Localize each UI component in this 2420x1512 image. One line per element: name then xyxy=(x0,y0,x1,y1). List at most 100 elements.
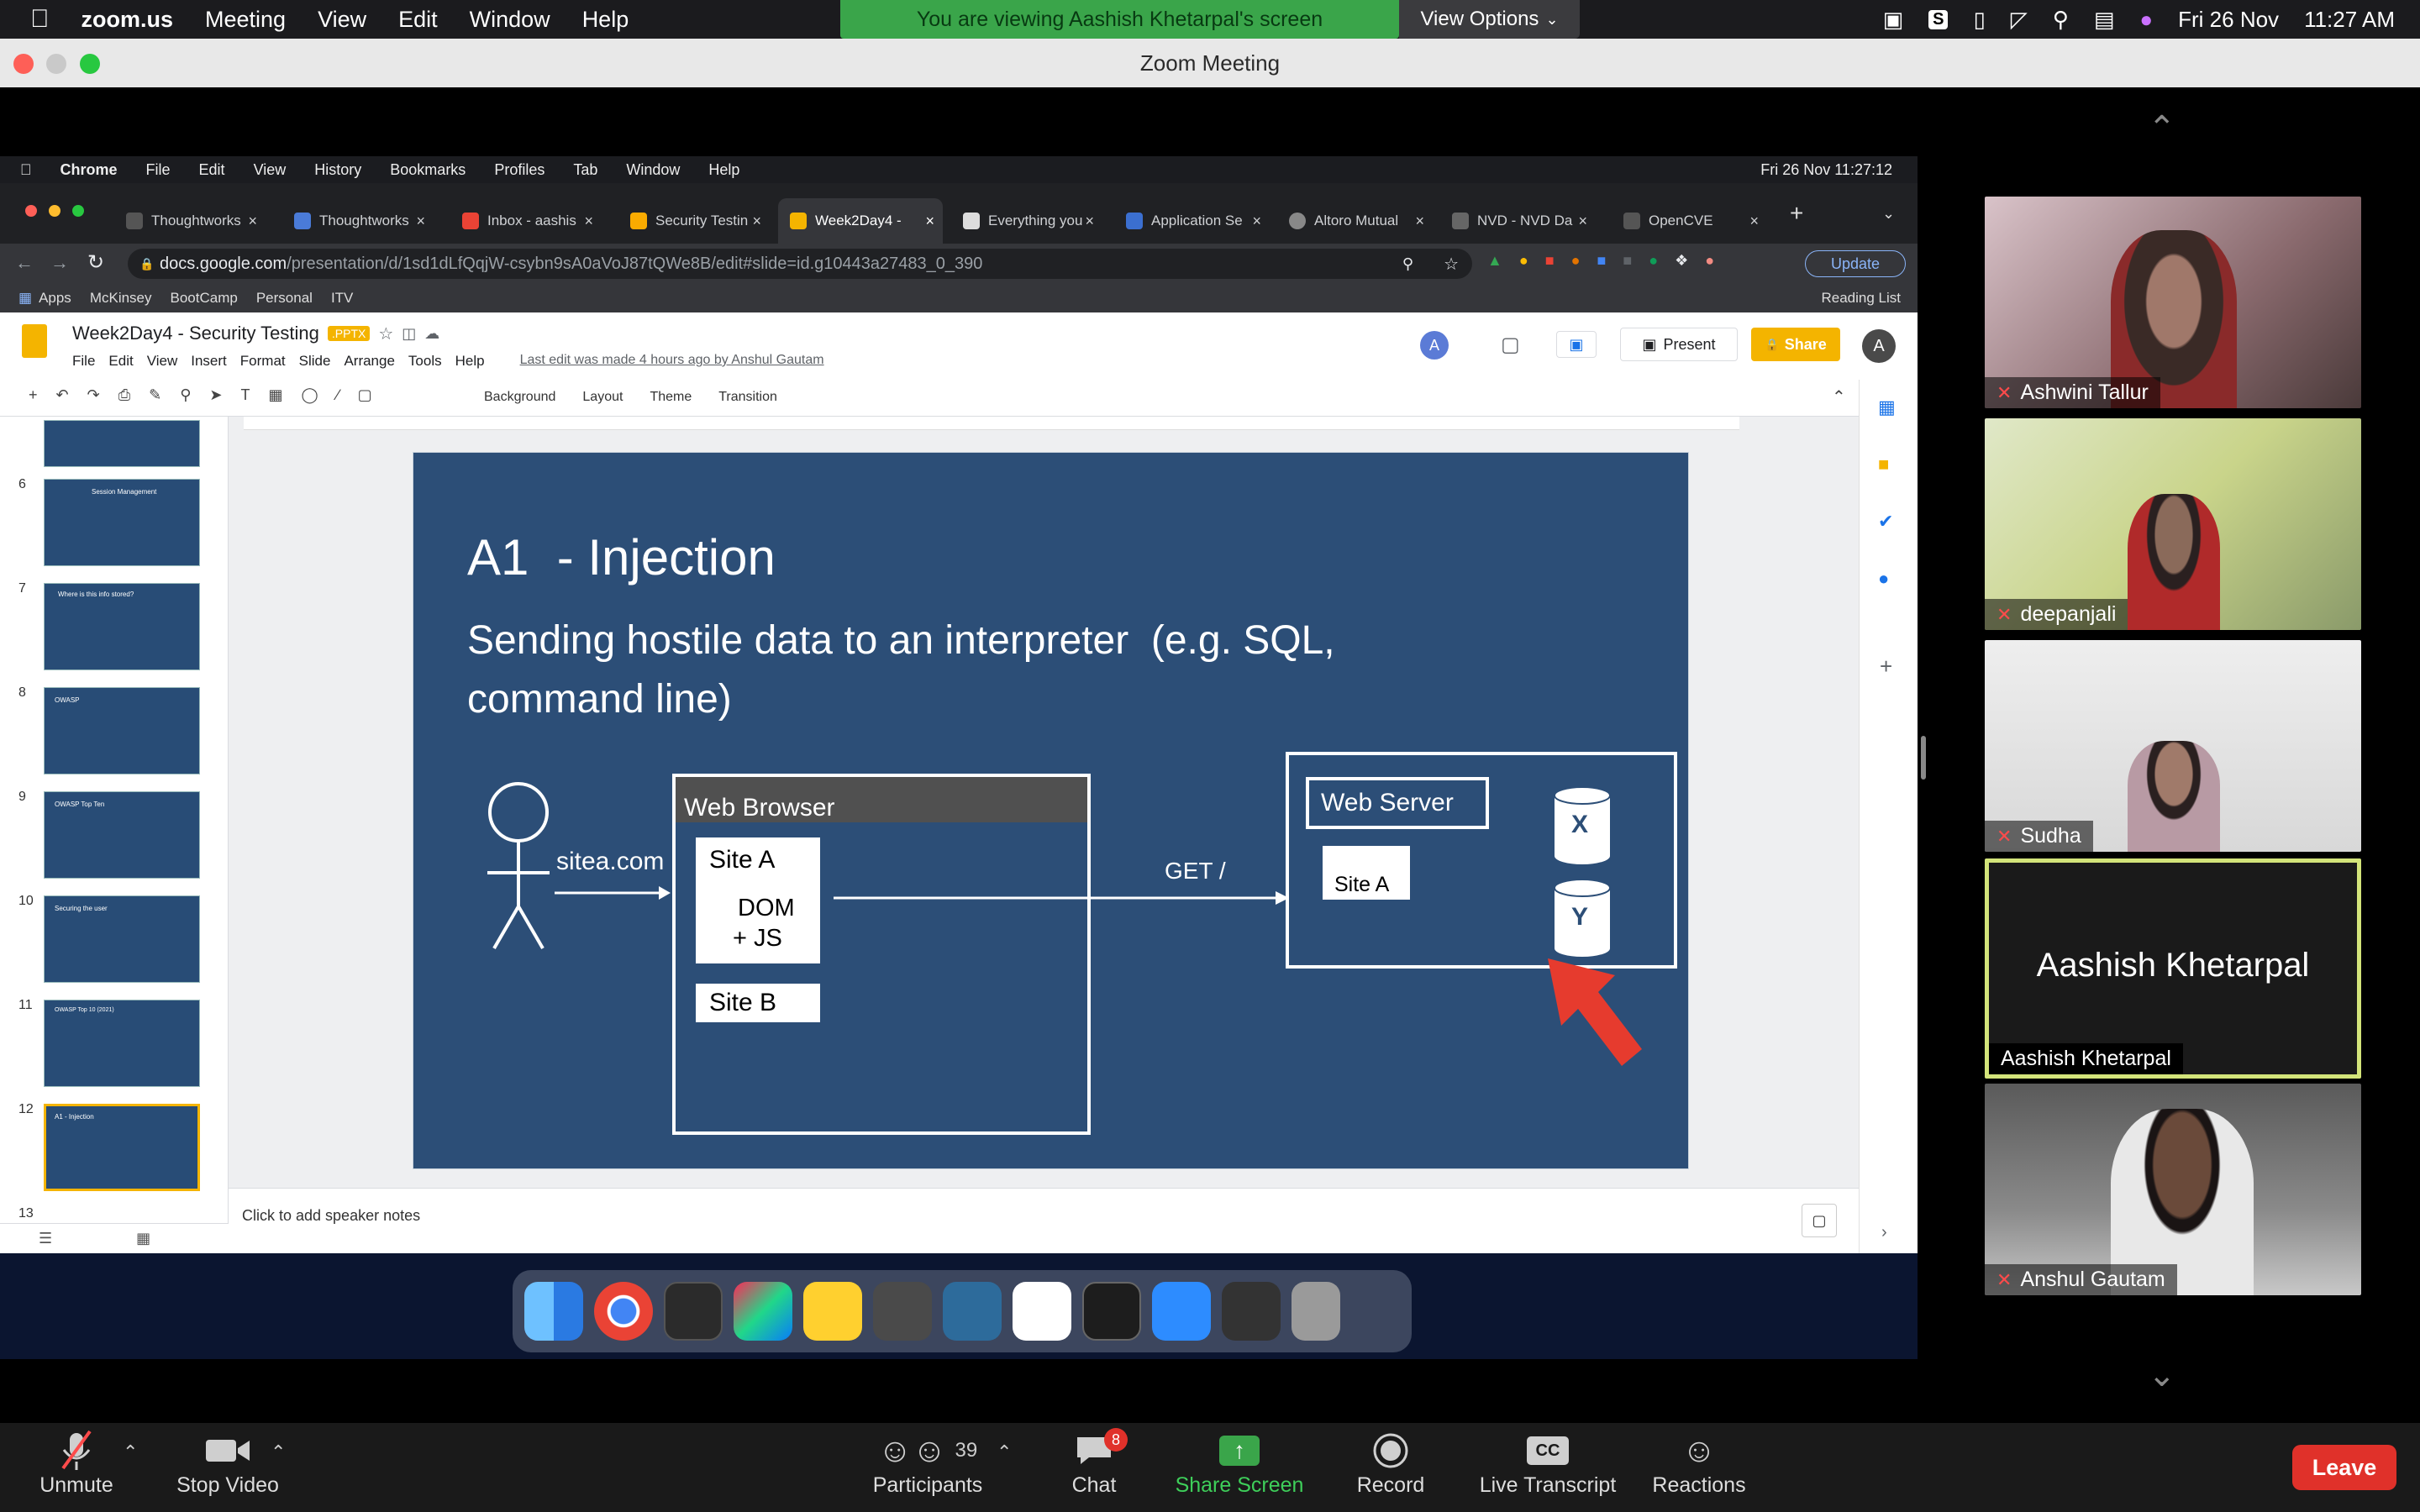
skype-icon[interactable]: S xyxy=(1928,9,1949,29)
thumb-number: 7 xyxy=(18,581,26,596)
participants-options-icon[interactable]: ⌃ xyxy=(997,1441,1012,1463)
grid-view-icon: ▦ xyxy=(136,1230,151,1247)
record-icon xyxy=(1372,1428,1409,1473)
stick-figure-icon xyxy=(487,782,550,950)
slack-icon xyxy=(1013,1282,1071,1341)
remote-menu-edit: Edit xyxy=(187,160,225,178)
audio-options-icon[interactable]: ⌃ xyxy=(123,1441,138,1463)
panel-divider-handle[interactable] xyxy=(1921,736,1926,780)
screen-recorder-icon xyxy=(1222,1282,1281,1341)
view-options-button[interactable]: View Options ⌄ xyxy=(1399,0,1580,39)
docs-menu-format: Format xyxy=(239,353,286,369)
menubar-time[interactable]: 11:27 AM xyxy=(2304,7,2395,33)
search-icon[interactable]: ⚲ xyxy=(2053,7,2069,33)
sublime-icon xyxy=(873,1282,932,1341)
chat-button[interactable]: 8 Chat xyxy=(1060,1428,1128,1498)
slide-thumbnail: Securing the user xyxy=(44,895,200,983)
image-icon: ▦ xyxy=(268,386,283,403)
shape-icon: ◯ xyxy=(301,386,318,403)
siri-icon[interactable]: ● xyxy=(2139,7,2153,33)
tab-favicon xyxy=(462,213,479,229)
side-panel-rail: ▦ ■ ✔ ● + › xyxy=(1859,380,1918,1253)
participants-button[interactable]: ☺☺ 39 Participants xyxy=(869,1428,986,1498)
share-screen-icon: ↑ xyxy=(1219,1428,1260,1473)
video-options-icon[interactable]: ⌃ xyxy=(271,1441,286,1463)
select-icon: ➤ xyxy=(209,386,223,403)
share-screen-button[interactable]: ↑ Share Screen xyxy=(1175,1428,1304,1498)
participant-name-label: ✕ Ashwini Tallur xyxy=(1985,377,2160,408)
tab-favicon xyxy=(1452,213,1469,229)
presentation-title: Week2Day4 - Security Testing xyxy=(72,323,319,344)
menu-view[interactable]: View xyxy=(318,7,366,33)
bookmark-apps: Apps xyxy=(39,290,71,306)
web-browser-box: Web Browser Site A DOM + JS Site B xyxy=(672,774,1091,1135)
extension-icon: ● xyxy=(1518,252,1528,269)
wifi-icon[interactable]: ◸ xyxy=(2011,7,2028,33)
bookmarks-bar: ▦ Apps McKinsey BootCamp Personal ITV Re… xyxy=(0,284,1918,312)
slides-header: Week2Day4 - Security Testing .PPTX ☆ ◫ ☁… xyxy=(0,312,1918,380)
slide-thumbnail-selected: A1 - Injection xyxy=(44,1104,200,1191)
camera-icon[interactable]: ▣ xyxy=(1883,7,1904,33)
menu-edit[interactable]: Edit xyxy=(398,7,438,33)
tab-label: NVD - NVD Da xyxy=(1477,213,1573,228)
unmute-button[interactable]: Unmute xyxy=(39,1428,114,1498)
apple-icon[interactable]:  xyxy=(30,5,50,34)
mic-muted-icon: ✕ xyxy=(1996,1268,2012,1290)
remote-clock: Fri 26 Nov 11:27:12 xyxy=(1760,160,1892,178)
url-host: docs.google.com xyxy=(160,254,287,273)
tab-close-icon: × xyxy=(1415,212,1424,229)
scroll-up-icon[interactable]: ⌃ xyxy=(2148,109,2176,148)
tab-close-icon: × xyxy=(752,212,761,229)
live-transcript-button[interactable]: CC Live Transcript xyxy=(1472,1428,1623,1498)
thumb-number: 8 xyxy=(18,685,26,700)
leave-button[interactable]: Leave xyxy=(2292,1445,2396,1490)
share-button: 🔒 Share xyxy=(1751,328,1840,361)
reactions-button[interactable]: ☺ Reactions xyxy=(1649,1428,1749,1498)
menubar-date[interactable]: Fri 26 Nov xyxy=(2178,7,2279,33)
meet-icon: ▣ xyxy=(1556,331,1597,358)
participant-tile[interactable]: ✕ Ashwini Tallur xyxy=(1985,197,2361,408)
zoom-icon xyxy=(1152,1282,1211,1341)
participant-tile[interactable]: ✕ Sudha xyxy=(1985,640,2361,852)
list-view-icon: ☰ xyxy=(39,1230,53,1247)
intellij-icon xyxy=(734,1282,792,1341)
active-speaker-tile[interactable]: Aashish Khetarpal Aashish Khetarpal xyxy=(1985,858,2361,1079)
dom-label: DOM xyxy=(738,895,795,921)
browser-tab: Altoro Mutual × xyxy=(1277,198,1433,244)
line-icon: ∕ xyxy=(336,386,339,403)
menu-app-name[interactable]: zoom.us xyxy=(82,7,174,33)
reload-icon: ↻ xyxy=(87,251,105,274)
close-window-icon[interactable] xyxy=(13,54,34,74)
fullscreen-window-icon[interactable] xyxy=(80,54,100,74)
participant-tile[interactable]: ✕ deepanjali xyxy=(1985,418,2361,630)
record-button[interactable]: Record xyxy=(1353,1428,1428,1498)
stop-video-button[interactable]: Stop Video xyxy=(173,1428,282,1498)
browser-tab: OpenCVE × xyxy=(1612,198,1767,244)
remote-menu-profiles: Profiles xyxy=(482,160,544,178)
control-center-icon[interactable]: ▤ xyxy=(2094,7,2115,33)
extension-icon: ■ xyxy=(1623,252,1633,269)
slide-subtitle-line1: Sending hostile data to an interpreter (… xyxy=(467,618,1335,663)
menu-window[interactable]: Window xyxy=(470,7,550,33)
activity-monitor-icon xyxy=(1082,1282,1141,1341)
filmstrip-view-toggle: ☰▦‹ xyxy=(0,1223,239,1253)
slide-thumbnail: OWASP xyxy=(44,687,200,774)
web-browser-label: Web Browser xyxy=(684,794,835,822)
participants-label: Participants xyxy=(872,1473,983,1497)
browser-tab: NVD - NVD Da × xyxy=(1440,198,1596,244)
battery-icon[interactable]: ▯ xyxy=(1973,7,1985,33)
participant-tile[interactable]: ✕ Anshul Gautam xyxy=(1985,1084,2361,1295)
extensions-row: ▲ ● ■ ● ■ ■ ● ❖ ● xyxy=(1487,252,1714,270)
participant-name: deepanjali xyxy=(2020,602,2117,626)
lock-icon: 🔒 xyxy=(139,256,155,270)
url-path: /presentation/d/1sd1dLfQqjW-csybn9sA0aVo… xyxy=(287,254,983,273)
minimize-window-icon[interactable] xyxy=(46,54,66,74)
last-edit-link: Last edit was made 4 hours ago by Anshul… xyxy=(519,353,824,367)
menu-meeting[interactable]: Meeting xyxy=(205,7,286,33)
comment-icon: ▢ xyxy=(357,386,372,403)
menu-help[interactable]: Help xyxy=(582,7,629,33)
scroll-down-icon[interactable]: ⌄ xyxy=(2148,1356,2176,1394)
star-icon: ☆ xyxy=(1444,255,1459,274)
mic-muted-icon: ✕ xyxy=(1996,825,2012,847)
toolbar-transition: Transition xyxy=(718,390,777,404)
